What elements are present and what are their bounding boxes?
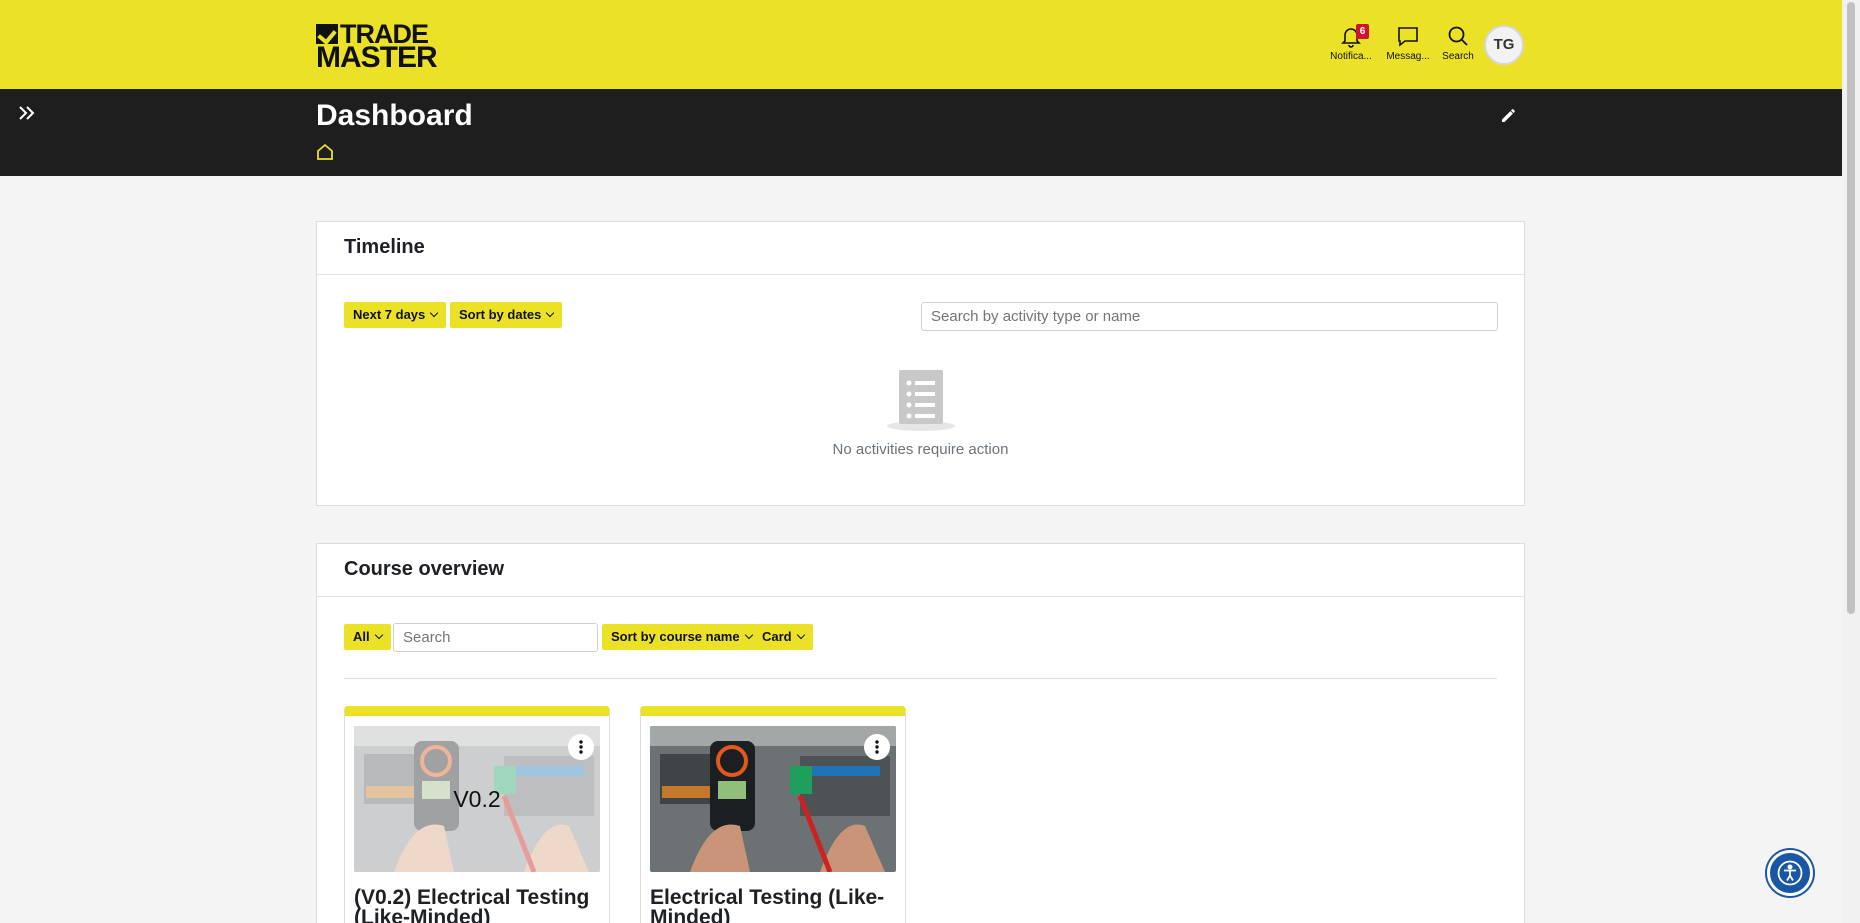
course-filter-label: All — [353, 629, 370, 644]
user-avatar[interactable]: TG — [1484, 25, 1524, 65]
edit-page-button[interactable] — [1500, 106, 1518, 129]
page-header: Dashboard — [0, 89, 1842, 176]
course-actions-button[interactable] — [864, 734, 890, 760]
notification-count-badge: 6 — [1356, 24, 1369, 39]
course-image[interactable] — [650, 726, 896, 872]
drawer-toggle-button[interactable] — [15, 101, 39, 125]
chat-bubble-icon — [1398, 27, 1418, 47]
chevron-down-icon — [546, 308, 555, 318]
course-image[interactable]: V0.2 — [354, 726, 600, 872]
search-button[interactable]: Search — [1431, 24, 1485, 62]
notifications-label: Notifica... — [1330, 51, 1372, 62]
timeline-date-filter[interactable]: Next 7 days — [344, 302, 447, 328]
course-search-input[interactable] — [393, 623, 598, 652]
pencil-icon — [1502, 109, 1515, 122]
notifications-button[interactable]: 6 Notifica... — [1324, 24, 1378, 62]
logo-line-2: MASTER — [316, 41, 438, 74]
scrollbar-thumb[interactable] — [1847, 2, 1855, 614]
course-actions-button[interactable] — [568, 734, 594, 760]
page-title: Dashboard — [316, 99, 473, 132]
course-name-link[interactable]: (V0.2) Electrical Testing (Like-Minded) — [354, 887, 604, 923]
trademaster-logo[interactable]: TRADE MASTER — [316, 21, 442, 74]
page-scrollbar[interactable] — [1842, 0, 1860, 923]
kebab-menu-icon — [579, 740, 583, 754]
accessibility-icon — [1777, 860, 1803, 886]
course-sort-label: Sort by course name — [611, 629, 740, 644]
messages-button[interactable]: Messag... — [1381, 24, 1435, 62]
kebab-menu-icon — [875, 740, 879, 754]
course-name-link[interactable]: Electrical Testing (Like-Minded) — [650, 887, 900, 923]
course-overview-title: Course overview — [317, 544, 1524, 597]
course-overview-block: Course overview All Sort by course name … — [316, 543, 1525, 923]
timeline-empty-state: No activities require action — [317, 370, 1524, 458]
timeline-sort-dropdown[interactable]: Sort by dates — [450, 302, 563, 328]
divider — [344, 678, 1497, 679]
chevron-down-icon — [796, 630, 805, 640]
date-filter-label: Next 7 days — [353, 307, 426, 322]
timeline-search-input[interactable] — [921, 302, 1498, 331]
course-sort-dropdown[interactable]: Sort by course name — [602, 624, 761, 650]
course-filter-dropdown[interactable]: All — [344, 624, 391, 650]
accessibility-button[interactable] — [1767, 850, 1813, 896]
timeline-block: Timeline Next 7 days Sort by dates No ac… — [316, 221, 1525, 506]
messages-label: Messag... — [1386, 51, 1430, 62]
course-view-dropdown[interactable]: Card — [753, 624, 813, 650]
top-navbar: TRADE MASTER 6 Notifica... Messag... Sea… — [0, 0, 1842, 89]
course-view-label: Card — [762, 629, 792, 644]
chevron-down-icon — [744, 630, 753, 640]
course-card[interactable]: V0.2 (V0.2) Electrical Testing (Like-Min… — [344, 706, 610, 923]
chevron-down-icon — [430, 308, 439, 318]
home-icon — [317, 143, 333, 160]
sort-label: Sort by dates — [459, 307, 542, 322]
check-logo-icon — [316, 24, 338, 44]
course-card[interactable]: Electrical Testing (Like-Minded) — [640, 706, 906, 923]
electrical-testing-photo — [650, 726, 896, 872]
version-overlay: V0.2 — [354, 726, 600, 872]
timeline-title: Timeline — [317, 222, 1524, 275]
empty-list-icon — [886, 370, 955, 431]
search-icon — [1448, 26, 1468, 46]
empty-state-text: No activities require action — [832, 441, 1009, 458]
chevron-down-icon — [374, 630, 383, 640]
search-label: Search — [1442, 51, 1474, 62]
home-breadcrumb-link[interactable] — [316, 143, 334, 166]
double-chevron-right-icon — [19, 106, 35, 120]
